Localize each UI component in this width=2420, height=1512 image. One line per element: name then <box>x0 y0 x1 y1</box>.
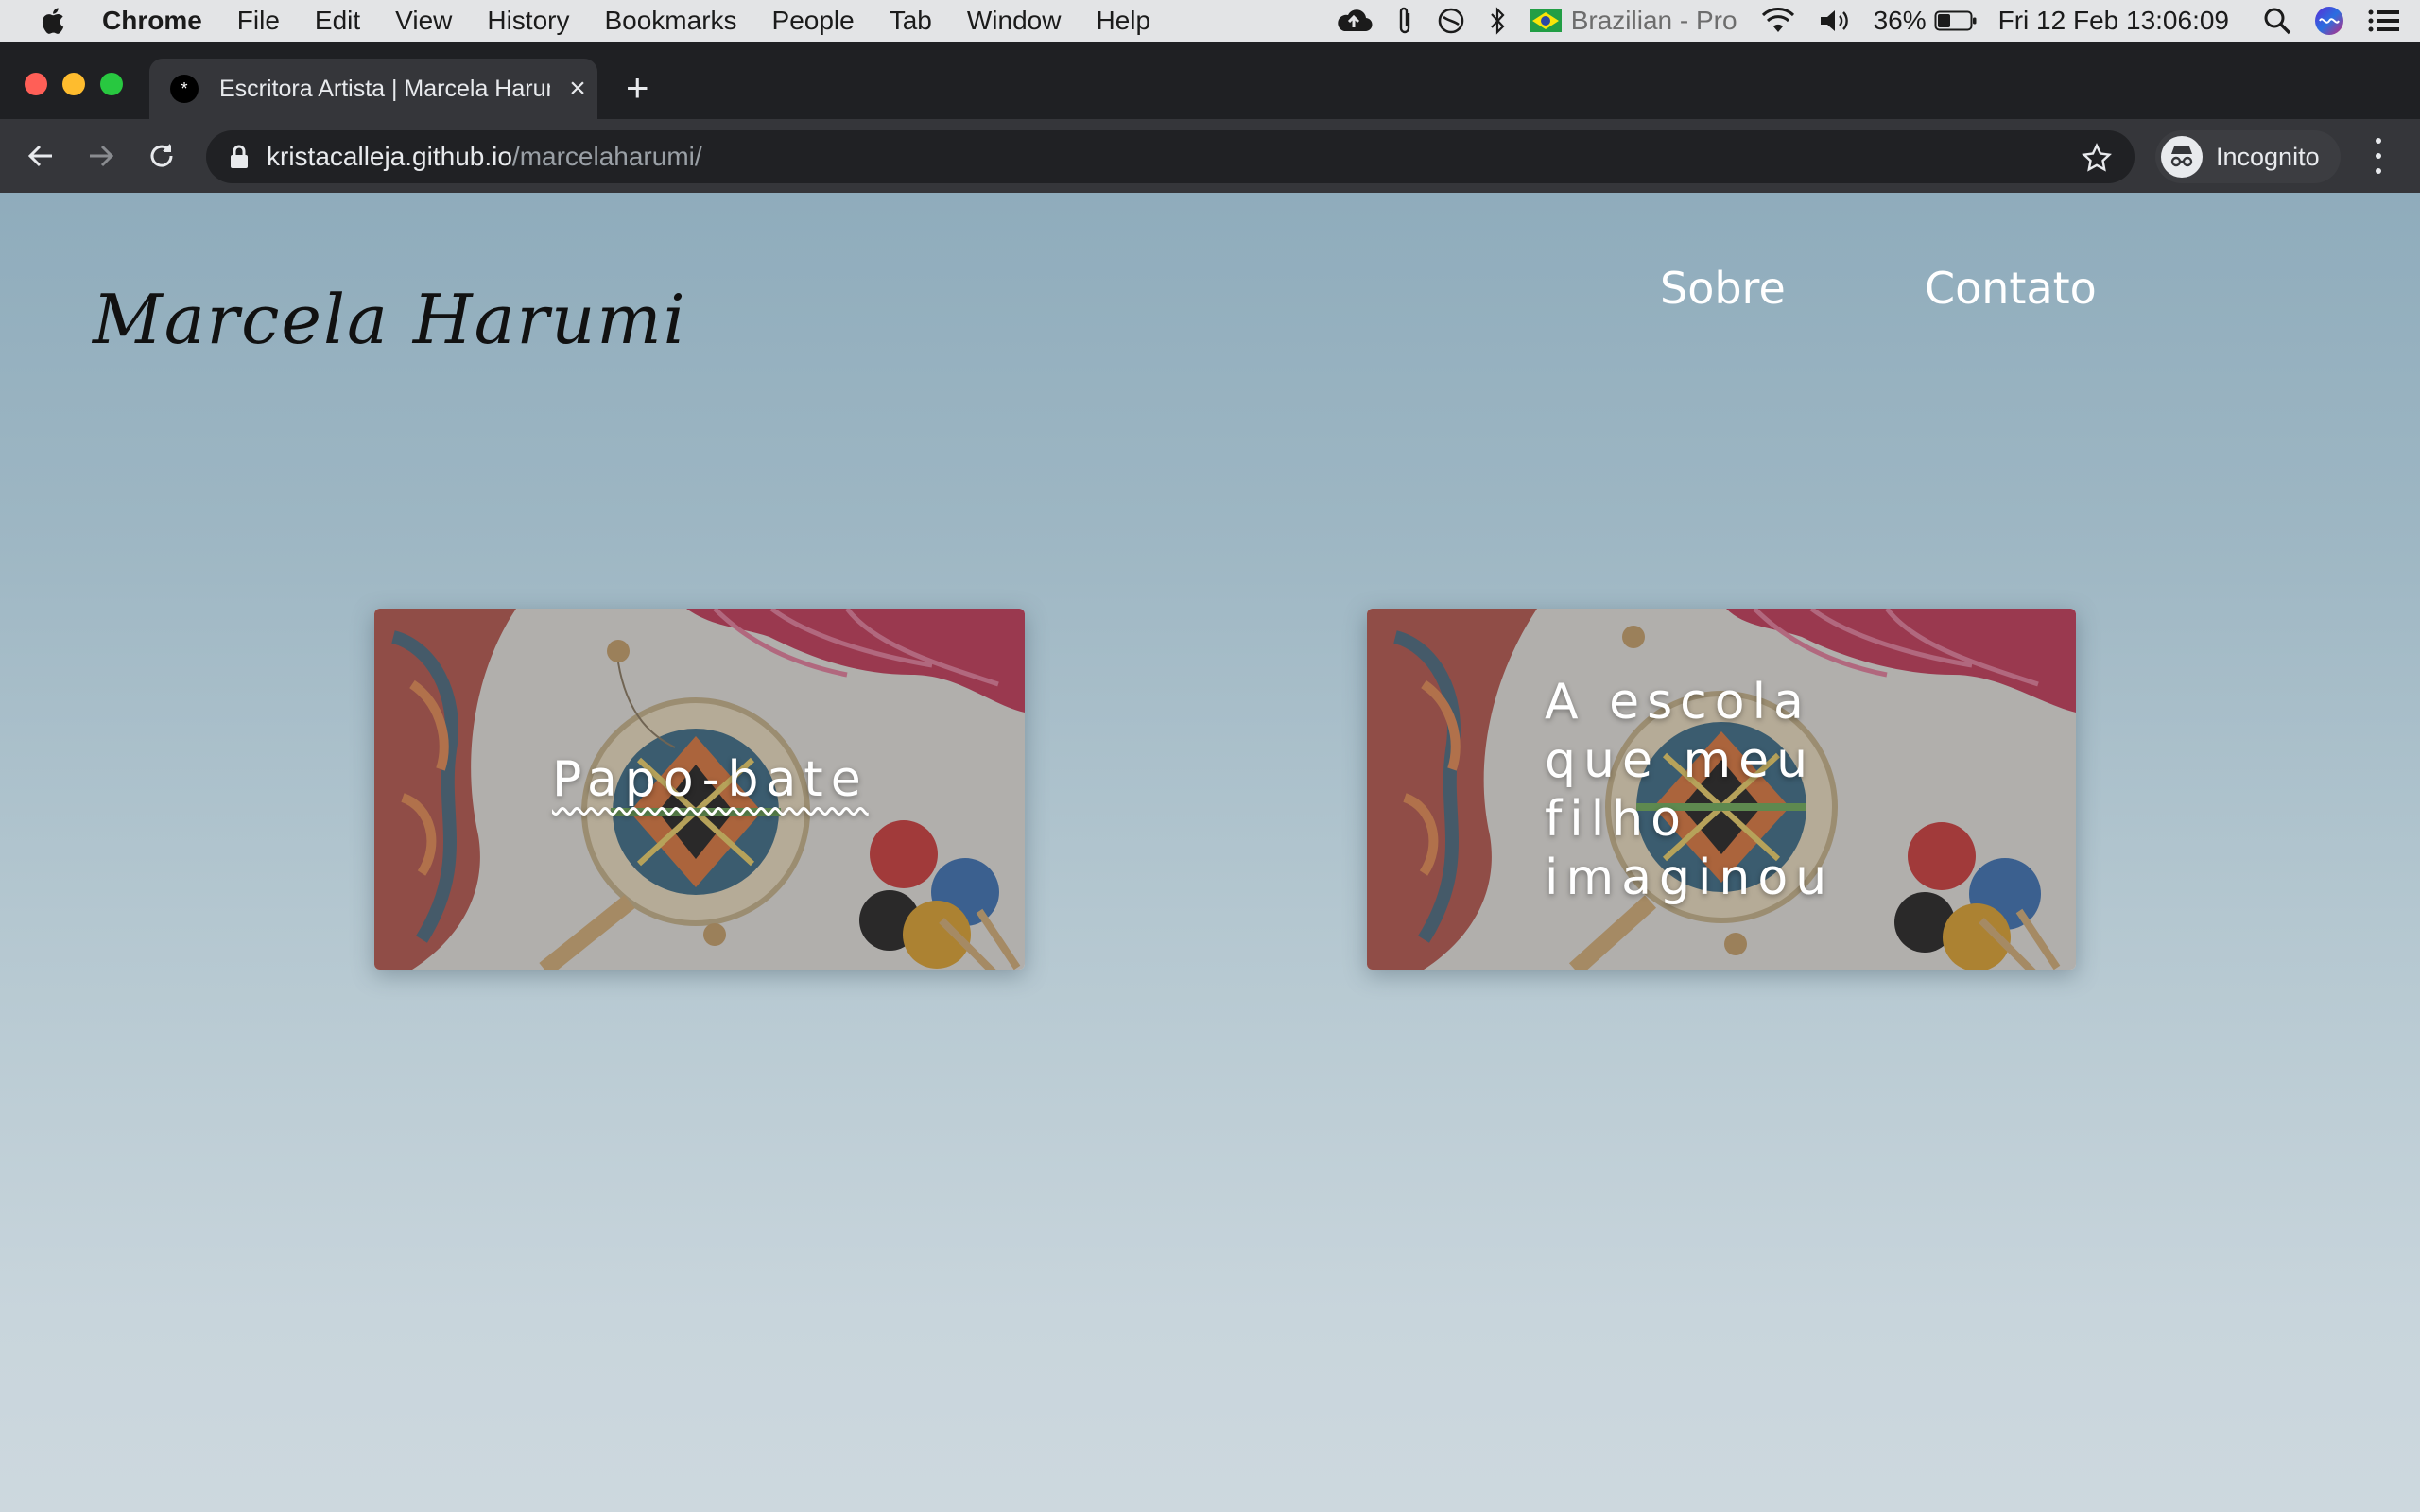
menu-app-name[interactable]: Chrome <box>102 6 202 36</box>
post-card-papo-bate[interactable]: Papo-bate <box>374 609 1025 970</box>
url-host: kristacalleja.github.io <box>267 142 512 171</box>
tab-strip: * Escritora Artista | Marcela Harumi × + <box>0 42 2420 119</box>
site-brand-logo[interactable]: Marcela Harumi <box>93 280 687 359</box>
brazil-flag-icon[interactable] <box>1529 9 1562 32</box>
address-bar[interactable]: kristacalleja.github.io/marcelaharumi/ <box>206 130 2135 183</box>
menu-edit[interactable]: Edit <box>315 6 360 36</box>
forward-arrow-icon[interactable] <box>83 138 119 174</box>
menu-bar: Chrome File Edit View History Bookmarks … <box>0 0 2420 42</box>
url-path: /marcelaharumi/ <box>511 142 702 171</box>
cloud-upload-icon[interactable] <box>1335 7 1373 35</box>
url-text[interactable]: kristacalleja.github.io/marcelaharumi/ <box>267 142 702 172</box>
new-tab-button[interactable]: + <box>626 68 649 108</box>
star-icon[interactable] <box>2082 143 2112 173</box>
volume-icon[interactable] <box>1819 8 1853 34</box>
menu-history[interactable]: History <box>487 6 569 36</box>
nav-link-sobre[interactable]: Sobre <box>1660 263 1786 314</box>
siri-icon[interactable] <box>2314 6 2344 36</box>
clock[interactable]: Fri 12 Feb 13:06:09 <box>1998 6 2229 36</box>
bluetooth-icon[interactable] <box>1488 6 1507 36</box>
menu-file[interactable]: File <box>237 6 280 36</box>
menu-view[interactable]: View <box>395 6 452 36</box>
kebab-menu-icon[interactable] <box>2371 138 2386 174</box>
web-page: Marcela Harumi Sobre Contato Papo-bate A… <box>0 193 2420 1512</box>
browser-toolbar: kristacalleja.github.io/marcelaharumi/ I… <box>0 119 2420 193</box>
battery-icon[interactable] <box>1934 9 1978 32</box>
menu-bookmarks[interactable]: Bookmarks <box>604 6 736 36</box>
reload-icon[interactable] <box>144 138 180 174</box>
menu-help[interactable]: Help <box>1096 6 1150 36</box>
window-minimize-button[interactable] <box>62 73 85 95</box>
incognito-profile-button[interactable]: Incognito <box>2155 130 2341 183</box>
menu-people[interactable]: People <box>772 6 855 36</box>
post-card-a-escola[interactable]: A escola que meu filho imaginou <box>1367 609 2076 970</box>
back-arrow-icon[interactable] <box>23 138 59 174</box>
nav-link-contato[interactable]: Contato <box>1925 263 2097 314</box>
incognito-icon <box>2161 136 2203 178</box>
incognito-label: Incognito <box>2216 142 2320 171</box>
battery-percentage: 36% <box>1873 6 1927 35</box>
card-title[interactable]: Papo-bate <box>552 750 869 809</box>
apple-icon[interactable] <box>38 6 66 36</box>
tab-favicon: * <box>170 75 199 103</box>
lock-icon[interactable] <box>229 145 250 169</box>
tab-close-icon[interactable]: × <box>563 73 592 105</box>
input-source-label[interactable]: Brazilian - Pro <box>1571 6 1737 36</box>
control-center-icon[interactable] <box>2367 8 2401 34</box>
paperclip-icon[interactable] <box>1395 6 1414 36</box>
menu-window[interactable]: Window <box>967 6 1062 36</box>
window-zoom-button[interactable] <box>100 73 123 95</box>
wifi-icon[interactable] <box>1760 8 1796 34</box>
browser-tab-active[interactable]: * Escritora Artista | Marcela Harumi × <box>149 59 597 119</box>
tab-title: Escritora Artista | Marcela Harumi <box>219 75 550 102</box>
window-close-button[interactable] <box>25 73 47 95</box>
menu-tab[interactable]: Tab <box>890 6 932 36</box>
do-not-disturb-icon[interactable] <box>1437 7 1465 35</box>
spotlight-search-icon[interactable] <box>2263 7 2291 35</box>
card-title[interactable]: A escola que meu filho imaginou <box>1545 673 1857 907</box>
